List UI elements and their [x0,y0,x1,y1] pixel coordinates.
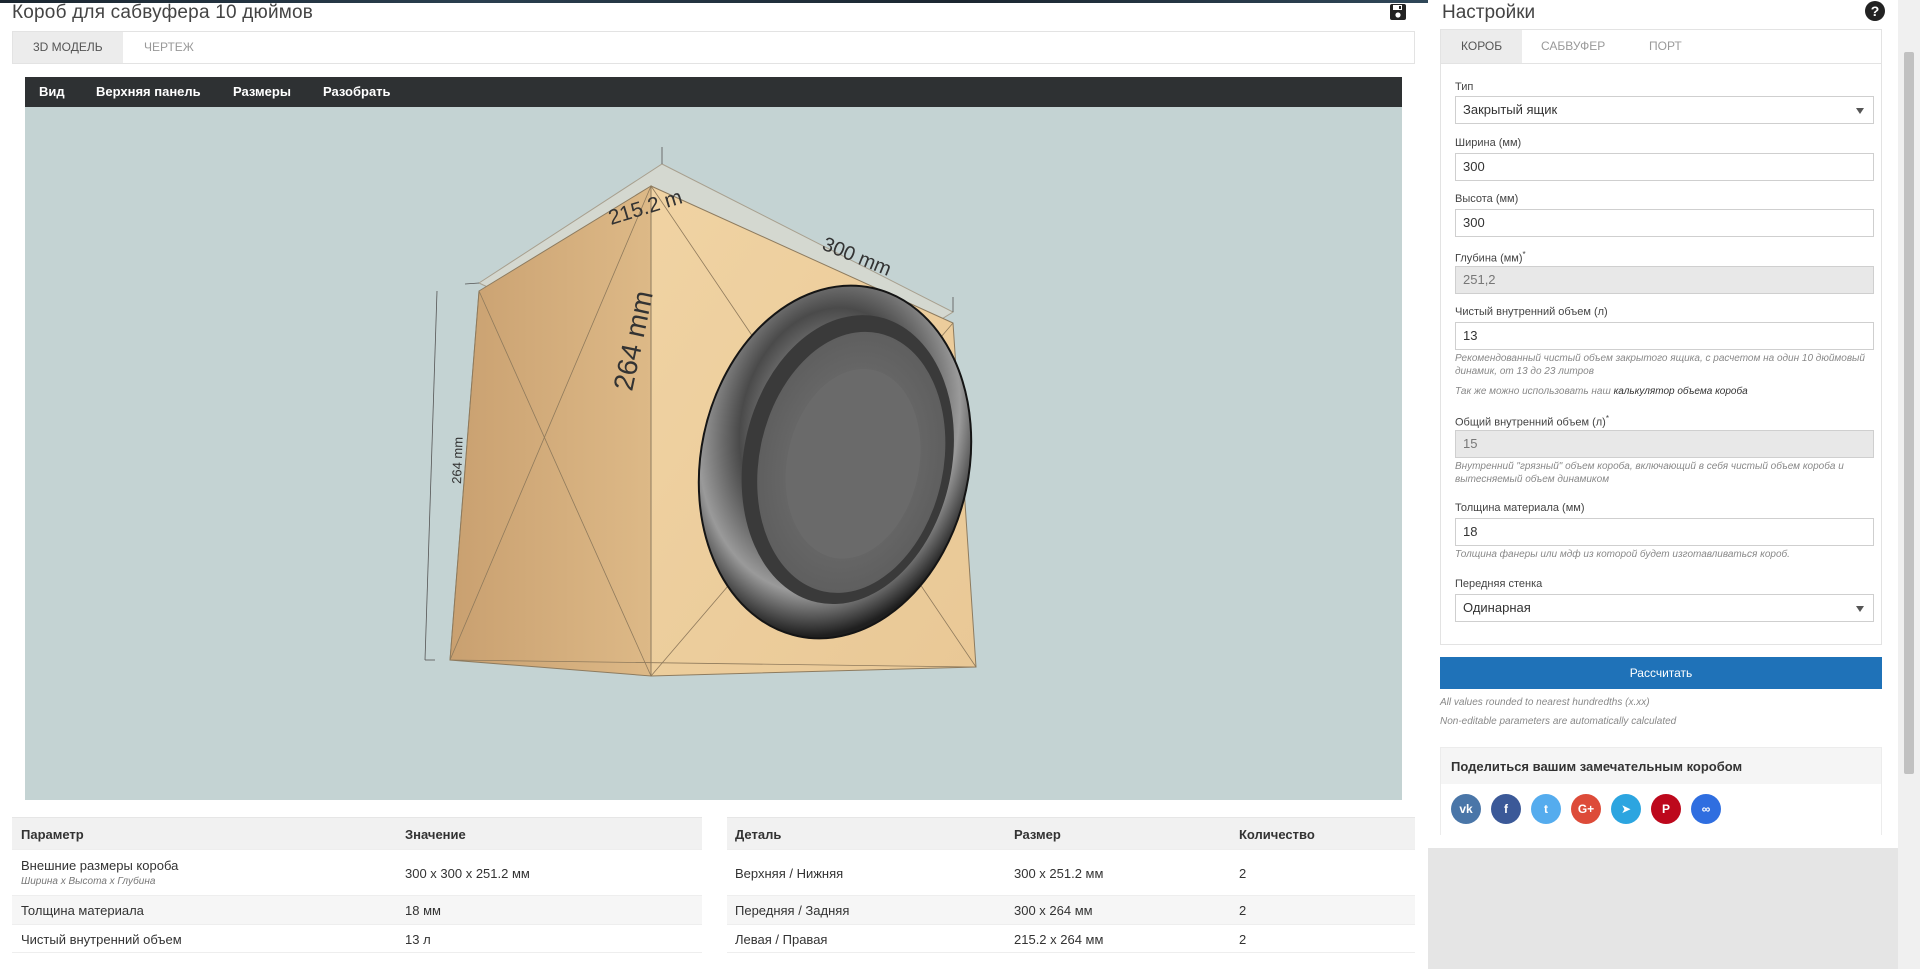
menu-dimensions[interactable]: Размеры [233,77,291,107]
menu-view[interactable]: Вид [39,77,65,107]
googleplus-icon[interactable]: G+ [1571,794,1601,824]
row-size: 300 x 251.2 мм [1014,866,1104,881]
thickness-hint: Толщина фанеры или мдф из которой будет … [1455,549,1790,560]
row-part: Передняя / Задняя [735,903,850,918]
header-part: Деталь [735,827,782,842]
depth-label-text: Глубина (мм) [1455,252,1523,265]
tab-subwoofer[interactable]: САБВУФЕР [1521,30,1625,63]
tab-port[interactable]: ПОРТ [1629,30,1702,63]
scrollbar-thumb[interactable] [1904,52,1914,774]
table-row: Толщина материала 18 мм [12,895,702,924]
calculate-button[interactable]: Рассчитать [1440,657,1882,689]
table-row: Чистый внутренний объем 13 л [12,924,702,953]
thickness-input[interactable]: 18 [1455,518,1874,546]
row-qty: 2 [1239,932,1247,947]
row-size: 215.2 x 264 мм [1014,932,1104,947]
row-value: 300 x 300 x 251.2 мм [405,866,530,881]
facebook-icon[interactable]: f [1491,794,1521,824]
front-wall-select[interactable]: Одинарная [1455,594,1874,622]
params-table: Параметр Значение Внешние размеры короба… [12,817,702,959]
share-icons: vk f t G+ ➤ P ∞ [1441,784,1881,835]
header-value: Значение [405,827,466,842]
menu-top-panel[interactable]: Верхняя панель [96,77,201,107]
tab-box[interactable]: КОРОБ [1441,30,1523,63]
gross-volume-label-text: Общий внутренний объем (л) [1455,416,1606,429]
width-input[interactable]: 300 [1455,153,1874,181]
row-qty: 2 [1239,866,1247,881]
telegram-icon[interactable]: ➤ [1611,794,1641,824]
table-row: Внешние размеры короба Ширина х Высота х… [12,849,702,895]
row-part: Левая / Правая [735,932,828,947]
twitter-icon[interactable]: t [1531,794,1561,824]
net-volume-input[interactable]: 13 [1455,322,1874,350]
left-panel: Короб для сабвуфера 10 дюймов 3D МОДЕЛЬ … [0,0,1428,969]
auto-calc-note: Non-editable parameters are automaticall… [1440,716,1677,727]
table-row: Верхняя / Нижняя 300 x 251.2 мм 2 [727,849,1415,881]
header-qty: Количество [1239,827,1315,842]
box-model: 215.2 m 300 mm 264 mm 264 mm [424,147,977,677]
settings-title: Настройки [1442,2,1536,23]
settings-form: КОРОБ САБВУФЕР ПОРТ Тип Закрытый ящик Ши… [1440,29,1882,645]
vk-icon[interactable]: vk [1451,794,1481,824]
link-icon[interactable]: ∞ [1691,794,1721,824]
type-select[interactable]: Закрытый ящик [1455,96,1874,124]
net-volume-label: Чистый внутренний объем (л) [1455,306,1608,318]
depth-label-star: * [1522,250,1526,259]
depth-label: Глубина (мм)* [1455,250,1526,265]
params-table-header: Параметр Значение [12,817,702,849]
header-size: Размер [1014,827,1061,842]
share-block: Поделиться вашим замечательным коробом v… [1440,747,1882,835]
row-param: Толщина материала [21,903,144,918]
tab-3d-model[interactable]: 3D МОДЕЛЬ [13,32,123,63]
thickness-label: Толщина материала (мм) [1455,502,1585,514]
height-label: Высота (мм) [1455,193,1519,205]
row-qty: 2 [1239,903,1247,918]
tab-drawing[interactable]: ЧЕРТЕЖ [124,32,214,63]
gross-volume-label-star: * [1605,414,1609,423]
height-input[interactable]: 300 [1455,209,1874,237]
row-part: Верхняя / Нижняя [735,866,844,881]
type-label: Тип [1455,81,1474,93]
row-param: Чистый внутренний объем [21,932,182,947]
header-param: Параметр [21,827,84,842]
menu-disassemble[interactable]: Разобрать [323,77,391,107]
dim-height-side-label: 264 mm [449,437,466,484]
pinterest-icon[interactable]: P [1651,794,1681,824]
3d-viewer[interactable]: Вид Верхняя панель Размеры Разобрать 215… [25,77,1402,800]
row-param-sub: Ширина х Высота х Глубина [21,876,156,887]
row-value: 13 л [405,932,431,947]
gross-volume-input: 15 [1455,430,1874,458]
type-select-value: Закрытый ящик [1463,102,1558,117]
save-icon[interactable] [1388,2,1408,22]
calculator-link[interactable]: калькулятор объема короба [1614,386,1748,397]
viewer-menu: Вид Верхняя панель Размеры Разобрать [25,77,1402,107]
settings-panel: Настройки ? КОРОБ САБВУФЕР ПОРТ Тип Закр… [1428,0,1920,969]
share-title: Поделиться вашим замечательным коробом [1451,759,1743,774]
page-title: Короб для сабвуфера 10 дюймов [12,2,314,23]
row-size: 300 x 264 мм [1014,903,1093,918]
depth-input: 251,2 [1455,266,1874,294]
view-tabs: 3D МОДЕЛЬ ЧЕРТЕЖ [12,31,1415,64]
front-wall-label: Передняя стенка [1455,578,1543,590]
row-param: Внешние размеры короба [21,858,179,873]
scrollbar[interactable] [1898,0,1920,969]
calculator-hint: Так же можно использовать наш калькулято… [1455,385,1865,398]
rounding-note: All values rounded to nearest hundredths… [1440,697,1650,708]
chevron-down-icon [1856,606,1864,612]
width-label: Ширина (мм) [1455,137,1522,149]
gross-volume-hint: Внутренний "грязный" объем короба, включ… [1455,461,1844,485]
parts-table-header: Деталь Размер Количество [727,817,1415,849]
help-icon[interactable]: ? [1865,1,1885,21]
calculator-hint-text: Так же можно использовать наш [1455,386,1611,397]
table-row: Левая / Правая 215.2 x 264 мм 2 [727,924,1415,953]
front-wall-select-value: Одинарная [1463,600,1531,615]
settings-tabs: КОРОБ САБВУФЕР ПОРТ [1441,30,1881,64]
table-row: Передняя / Задняя 300 x 264 мм 2 [727,895,1415,924]
net-volume-hint: Рекомендованный чистый объем закрытого я… [1455,353,1865,377]
parts-table: Деталь Размер Количество Верхняя / Нижня… [727,817,1415,953]
row-value: 18 мм [405,903,441,918]
chevron-down-icon [1856,108,1864,114]
gross-volume-label: Общий внутренний объем (л)* [1455,414,1609,429]
